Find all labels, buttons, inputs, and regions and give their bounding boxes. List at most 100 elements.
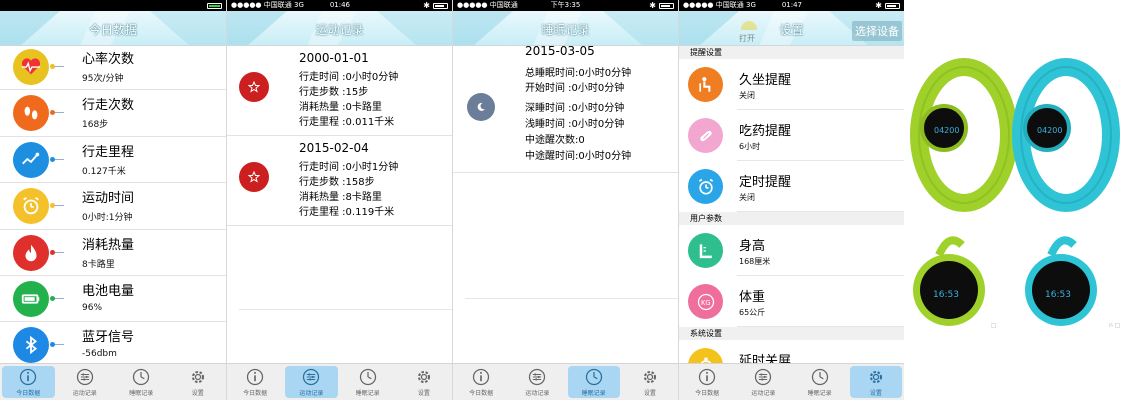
tab-sliders[interactable]: 运动记录: [285, 366, 338, 398]
item-label: 行走次数: [82, 98, 135, 114]
list-item[interactable]: 蓝牙信号 -56dbm: [0, 322, 226, 369]
battery-icon: [885, 2, 900, 9]
tab-clock[interactable]: 睡眠记录: [115, 366, 168, 398]
section-header: 提醒设置: [679, 46, 904, 59]
select-device-button[interactable]: 选择设备: [852, 21, 902, 41]
record-line: 深睡时间 :0小时0分钟: [525, 103, 625, 114]
list-item[interactable]: 行走次数 168步: [0, 90, 226, 137]
tab-label: 设置: [417, 390, 430, 397]
tab-label: 设置: [643, 390, 656, 397]
record-line: 行走步数 :158步: [299, 177, 375, 188]
info-icon: [699, 368, 716, 386]
cyan-wristband: 04200: [1012, 58, 1120, 212]
tab-clock[interactable]: 睡眠记录: [342, 366, 394, 398]
tab-gear[interactable]: 设置: [398, 366, 450, 398]
lime-pendant-display: 16:53: [933, 290, 959, 300]
info-icon: [473, 368, 490, 386]
tab-sliders[interactable]: 运动记录: [737, 366, 789, 398]
nav-header: 今日数据: [0, 11, 226, 46]
ruler-icon: [688, 233, 723, 268]
item-value: 168步: [82, 120, 109, 131]
record-item[interactable]: 2000-01-01 行走时间 :0小时0分钟 行走步数 :15步 消耗热量 :0卡路…: [227, 46, 452, 136]
tab-label: 运动记录: [751, 390, 776, 397]
item-label: 心率次数: [82, 52, 135, 67]
tab-gear[interactable]: 设置: [624, 366, 676, 398]
clock-label: 01:47: [781, 1, 802, 9]
battery-icon: [207, 2, 223, 9]
record-line: 行走里程 :0.011千米: [299, 117, 395, 128]
connector-dot: [50, 64, 55, 69]
list-item[interactable]: 心率次数 95次/分钟: [0, 44, 226, 91]
page-title: 睡眠记录: [541, 23, 590, 37]
tab-label: 今日数据: [695, 390, 720, 397]
carrier-label: ●●●●● 中国联通 3G: [683, 1, 756, 9]
tab-info[interactable]: 今日数据: [229, 366, 281, 398]
list-item[interactable]: 电池电量 96%: [0, 276, 226, 323]
cyan-pendant-display: 16:53: [1045, 290, 1071, 300]
connector-line: [54, 297, 64, 299]
tab-sliders[interactable]: 运动记录: [59, 366, 112, 398]
tab-label: 睡眠记录: [807, 390, 832, 397]
product-photo: 04200 04200 16:53 16:53 □ n □: [904, 0, 1125, 400]
lime-wristband: 04200: [910, 58, 1018, 212]
status-bar: ●●●●● 中国联通 下午3:35 ✱: [453, 0, 678, 11]
battery-icon: [658, 2, 674, 9]
tab-clock[interactable]: 睡眠记录: [794, 366, 846, 398]
record-line: 消耗热量 :8卡路里: [299, 192, 382, 203]
tab-label: 运动记录: [525, 390, 550, 397]
tab-label: 睡眠记录: [129, 390, 154, 397]
settings-screen: ●●●●● 中国联通 3G 01:47 ✱ 打开 设置 选择设备 提醒设置 久坐…: [678, 0, 904, 400]
settings-item-value: 6小时: [739, 142, 761, 151]
settings-item[interactable]: KG 体重 65公斤: [679, 276, 904, 327]
settings-item[interactable]: 吃药提醒 6小时: [679, 110, 904, 161]
tab-clock[interactable]: 睡眠记录: [567, 366, 620, 398]
sleep-record-screen: ●●●●● 中国联通 下午3:35 ✱ 睡眠记录 2015-03-05 总睡眠时间…: [452, 0, 678, 400]
record-item[interactable]: 2015-02-04 行走时间 :0小时1分钟 行走步数 :158步 消耗热量 :8卡…: [227, 136, 452, 226]
sliders-icon: [755, 368, 772, 386]
settings-item[interactable]: 久坐提醒 关闭: [679, 59, 904, 110]
divider: [239, 309, 452, 310]
gear-icon: [869, 370, 882, 384]
divider: [465, 298, 678, 299]
item-label: 电池电量: [82, 283, 135, 299]
tab-info[interactable]: 今日数据: [2, 366, 55, 398]
record-line: 中途醒时间:0小时0分钟: [525, 151, 632, 162]
list-item[interactable]: 运动时间 0小时:1分钟: [0, 183, 226, 230]
lime-pendant: 16:53: [913, 236, 985, 326]
carrier-label: ●●●●● 中国联通: [457, 1, 518, 9]
item-label: 消耗热量: [82, 237, 135, 253]
list-item[interactable]: 消耗热量 8卡路里: [0, 230, 226, 276]
item-label: 运动时间: [82, 191, 135, 207]
tab-label: 睡眠记录: [355, 390, 380, 397]
bluetooth-status-icon: ✱: [649, 1, 656, 10]
connector-line: [54, 205, 64, 207]
watermark: □: [991, 322, 997, 329]
clock-icon: [811, 368, 828, 386]
tab-info[interactable]: 今日数据: [455, 366, 507, 398]
info-icon: [20, 368, 37, 386]
tab-gear[interactable]: 设置: [172, 366, 225, 398]
gear-icon: [417, 370, 430, 384]
record-line: 行走步数 :15步: [299, 87, 369, 98]
nav-header: 运动记录: [227, 11, 452, 46]
tab-sliders[interactable]: 运动记录: [511, 366, 563, 398]
record-item[interactable]: 2015-03-05 总睡眠时间:0小时0分钟 开始时间 :0小时0分钟 深睡时间 :…: [453, 44, 678, 173]
connector-line: [54, 66, 64, 67]
tab-info[interactable]: 今日数据: [681, 366, 733, 398]
settings-item[interactable]: 定时提醒 关闭: [679, 161, 904, 212]
connector-line: [54, 251, 64, 253]
gear-icon: [643, 370, 656, 384]
composite-screenshot: 今日数据 心率次数 95次/分钟 行走次数 168步 行走里程 0.127千米 …: [0, 0, 1125, 400]
list-item[interactable]: 行走里程 0.127千米: [0, 137, 226, 184]
item-label: 蓝牙信号: [82, 330, 135, 346]
connector-dot: [50, 156, 55, 162]
carrier-label: ●●●●● 中国联通 3G: [231, 1, 304, 9]
tab-bar: 今日数据 运动记录 睡眠记录 设置: [679, 363, 904, 400]
kg-weight-icon: KG: [688, 284, 723, 319]
sitting-person-icon: [688, 67, 723, 102]
bluetooth-status-icon: ✱: [875, 1, 882, 10]
tab-gear[interactable]: 设置: [849, 366, 902, 398]
settings-item[interactable]: 身高 168厘米: [679, 225, 904, 276]
star-record-icon: [239, 162, 269, 192]
cyan-pendant: 16:53: [1025, 236, 1097, 326]
